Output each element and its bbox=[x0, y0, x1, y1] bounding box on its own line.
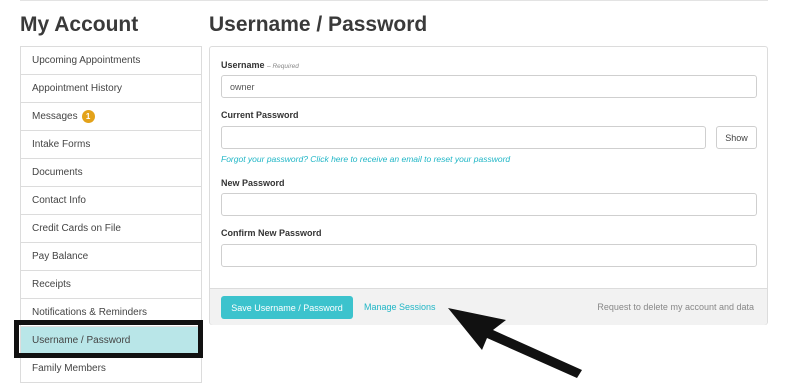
page-title: Username / Password bbox=[209, 13, 428, 36]
sidebar-item-documents[interactable]: Documents bbox=[21, 159, 201, 187]
panel-footer: Save Username / Password Manage Sessions… bbox=[210, 288, 767, 325]
sidebar-item-label: Appointment History bbox=[32, 83, 123, 94]
forgot-password-link[interactable]: Forgot your password? Click here to rece… bbox=[221, 154, 510, 164]
sidebar-item-messages[interactable]: Messages 1 bbox=[21, 103, 201, 131]
username-label-text: Username bbox=[221, 60, 265, 70]
sidebar-item-intake-forms[interactable]: Intake Forms bbox=[21, 131, 201, 159]
current-password-input[interactable] bbox=[221, 126, 706, 149]
confirm-password-input[interactable] bbox=[221, 244, 757, 267]
sidebar-item-label: Intake Forms bbox=[32, 139, 91, 150]
sidebar-item-label: Contact Info bbox=[32, 195, 86, 206]
credentials-panel: Username – Required owner Current Passwo… bbox=[209, 46, 768, 325]
confirm-password-label: Confirm New Password bbox=[221, 228, 322, 238]
sidebar-title: My Account bbox=[20, 13, 139, 36]
sidebar-item-label: Username / Password bbox=[32, 335, 131, 346]
username-label: Username – Required bbox=[221, 60, 299, 70]
sidebar-item-upcoming-appointments[interactable]: Upcoming Appointments bbox=[21, 47, 201, 75]
sidebar-item-label: Documents bbox=[32, 167, 83, 178]
manage-sessions-link[interactable]: Manage Sessions bbox=[364, 302, 436, 312]
sidebar-item-label: Family Members bbox=[32, 363, 106, 374]
sidebar-item-label: Upcoming Appointments bbox=[32, 55, 141, 66]
messages-count-badge: 1 bbox=[81, 110, 95, 123]
sidebar-item-credit-cards[interactable]: Credit Cards on File bbox=[21, 215, 201, 243]
account-sidebar: Upcoming Appointments Appointment Histor… bbox=[20, 46, 202, 383]
current-password-label: Current Password bbox=[221, 110, 299, 120]
sidebar-item-username-password[interactable]: Username / Password bbox=[21, 327, 201, 355]
new-password-input[interactable] bbox=[221, 193, 757, 216]
sidebar-item-label: Credit Cards on File bbox=[32, 223, 121, 234]
sidebar-item-label: Messages bbox=[32, 111, 78, 122]
sidebar-item-appointment-history[interactable]: Appointment History bbox=[21, 75, 201, 103]
delete-account-link[interactable]: Request to delete my account and data bbox=[597, 302, 754, 312]
required-note: – Required bbox=[267, 63, 299, 70]
sidebar-item-receipts[interactable]: Receipts bbox=[21, 271, 201, 299]
username-input[interactable]: owner bbox=[221, 75, 757, 98]
sidebar-item-pay-balance[interactable]: Pay Balance bbox=[21, 243, 201, 271]
sidebar-item-family-members[interactable]: Family Members bbox=[21, 355, 201, 383]
new-password-label: New Password bbox=[221, 178, 285, 188]
sidebar-item-label: Receipts bbox=[32, 279, 71, 290]
sidebar-item-contact-info[interactable]: Contact Info bbox=[21, 187, 201, 215]
sidebar-item-label: Notifications & Reminders bbox=[32, 307, 148, 318]
save-username-password-button[interactable]: Save Username / Password bbox=[221, 296, 353, 319]
sidebar-item-notifications[interactable]: Notifications & Reminders bbox=[21, 299, 201, 327]
sidebar-item-label: Pay Balance bbox=[32, 251, 89, 262]
top-divider bbox=[20, 0, 768, 1]
show-password-button[interactable]: Show bbox=[716, 126, 757, 149]
